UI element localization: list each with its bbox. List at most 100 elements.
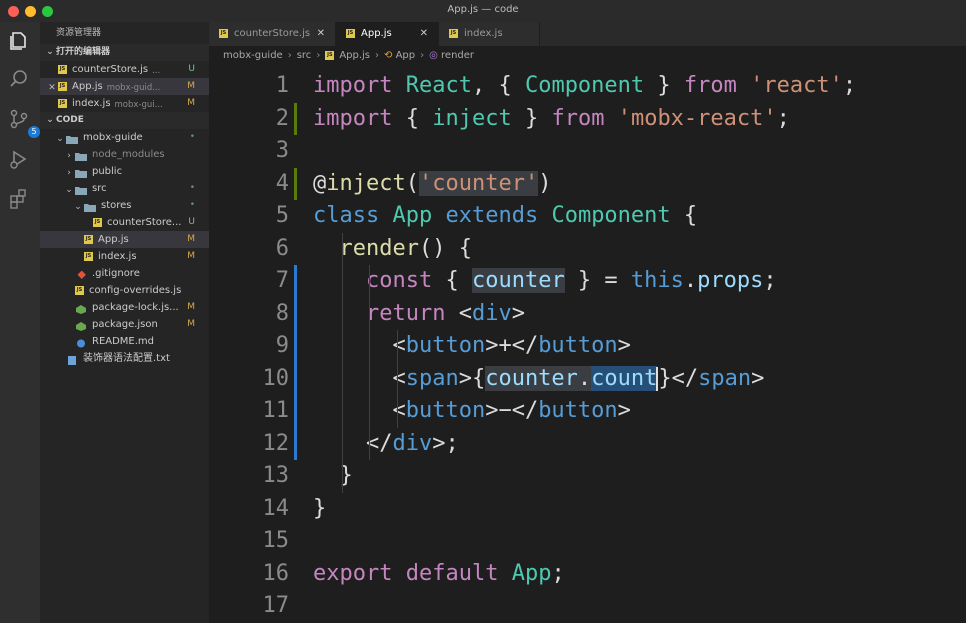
line-number: 10 — [262, 365, 290, 391]
code-line[interactable]: 9 <button>+</button> — [209, 330, 966, 363]
breadcrumb-item[interactable]: render — [441, 50, 474, 61]
js-file-icon: JS — [58, 99, 67, 108]
git-status-badge: M — [187, 319, 195, 329]
file-tree-item[interactable]: JS App.js M — [40, 231, 209, 248]
line-number: 7 — [275, 268, 289, 293]
code-line[interactable]: 10 <span>{counter.count}</span> — [209, 362, 966, 395]
code-folder-header[interactable]: ⌄ CODE — [40, 112, 209, 129]
code-token: > — [617, 333, 631, 358]
code-text: } — [313, 460, 352, 492]
file-tree-item[interactable]: .gitignore — [40, 265, 209, 282]
git-status-badge: • — [189, 132, 195, 142]
git-status-badge: M — [187, 251, 195, 261]
code-token: App — [511, 560, 552, 586]
code-line[interactable]: 13 } — [209, 460, 966, 492]
file-tree-item[interactable]: package.json M — [40, 316, 209, 333]
extensions-icon[interactable] — [8, 188, 30, 210]
open-editors-header[interactable]: ⌄ 打开的编辑器 — [40, 44, 209, 61]
close-icon[interactable]: ✕ — [46, 80, 58, 96]
breadcrumb-item[interactable]: App — [396, 50, 416, 61]
explorer-title: 资源管理器 — [56, 28, 102, 38]
gutter-modified-marker — [294, 395, 297, 428]
file-tree-item[interactable]: › public — [40, 163, 209, 180]
file-tree-item[interactable]: ⌄ stores • — [40, 197, 209, 214]
folder-icon — [84, 201, 96, 212]
code-line[interactable]: 12 </div>; — [209, 427, 966, 460]
line-number: 8 — [275, 300, 289, 326]
open-editor-item[interactable]: JS index.js mobx-gui... M — [40, 95, 209, 112]
file-tree-item[interactable]: JS index.js M — [40, 248, 209, 265]
code-text: import React, { Component } from 'react'… — [313, 70, 856, 102]
code-token: default — [405, 560, 499, 586]
git-status-badge: M — [187, 302, 195, 312]
code-token: ; — [776, 105, 790, 131]
code-token: } — [313, 495, 327, 521]
code-line[interactable]: 17 — [209, 590, 966, 622]
js-file-icon: JS — [84, 252, 93, 261]
file-tree-item[interactable]: 装饰器语法配置.txt — [40, 350, 209, 367]
breadcrumb: mobx-guide › src › JS App.js › ⟲ App › ◎ render — [209, 46, 966, 66]
close-tab-icon[interactable]: ✕ — [420, 22, 428, 46]
explorer-icon[interactable] — [8, 30, 30, 52]
code-line[interactable]: 6 render() { — [209, 233, 966, 265]
code-token: from — [551, 105, 605, 131]
code-token: ; — [842, 73, 857, 98]
code-token: Component — [551, 203, 671, 228]
line-number: 3 — [275, 138, 289, 163]
open-editor-name: App.js — [72, 81, 103, 92]
code-token: span — [698, 365, 752, 391]
git-status-badge: • — [189, 183, 195, 193]
breadcrumb-item[interactable]: mobx-guide — [223, 50, 283, 61]
file-name: src — [92, 183, 107, 194]
code-token: } = — [564, 268, 631, 293]
open-editor-item[interactable]: JS counterStore.js... U — [40, 61, 209, 78]
file-tree-item[interactable]: › node_modules — [40, 146, 209, 163]
file-tree-item[interactable]: ⌄ src • — [40, 180, 209, 197]
source-control-icon[interactable]: 5 — [8, 108, 40, 138]
line-number: 5 — [275, 203, 289, 228]
debug-icon[interactable] — [8, 148, 30, 170]
breadcrumb-item[interactable]: src — [297, 50, 312, 61]
editor-tab[interactable]: JS counterStore.js ✕ — [209, 22, 336, 46]
code-line[interactable]: 11 <button>−</button> — [209, 395, 966, 428]
folder-icon — [75, 184, 87, 195]
class-symbol-icon: ⟲ — [384, 50, 396, 61]
code-token: from — [683, 73, 737, 98]
editor-tab[interactable]: JS index.js — [439, 22, 540, 46]
gutter-added-marker — [294, 167, 297, 200]
breadcrumb-item[interactable]: App.js — [339, 50, 370, 61]
file-tree-item[interactable]: JS config-overrides.js — [40, 282, 209, 299]
code-line[interactable]: 5 class App extends Component { — [209, 200, 966, 232]
code-line[interactable]: 14} — [209, 493, 966, 525]
code-line[interactable]: 1 import React, { Component } from 'react… — [209, 70, 966, 102]
search-icon[interactable] — [8, 68, 30, 90]
code-token: @ — [313, 170, 327, 196]
json-file-icon — [75, 303, 87, 314]
code-line[interactable]: 7 const { counter } = this.props; — [209, 265, 966, 298]
code-text: </div>; — [313, 428, 459, 460]
editor-tab[interactable]: JS App.js ✕ — [336, 22, 439, 46]
editor-area: JS counterStore.js ✕ JS App.js ✕ JS index.js mo… — [209, 22, 966, 623]
open-editor-item[interactable]: ✕ JS App.js mobx-guid... M — [40, 78, 209, 95]
close-tab-icon[interactable]: ✕ — [317, 22, 325, 46]
file-tree-item[interactable]: JS counterStore... U — [40, 214, 209, 231]
code-line[interactable]: 3 — [209, 135, 966, 167]
code-line[interactable]: 15 — [209, 525, 966, 557]
code-line[interactable]: 8 return <div> — [209, 297, 966, 330]
file-name: package.json — [92, 319, 158, 330]
code-line[interactable]: 16 export default App; — [209, 558, 966, 590]
file-tree-item[interactable]: README.md — [40, 333, 209, 350]
file-name: counterStore... — [107, 217, 182, 228]
file-tree-item[interactable]: package-lock.js... M — [40, 299, 209, 316]
code-line[interactable]: 4 @inject('counter') — [209, 167, 966, 200]
file-tree-item[interactable]: ⌄ mobx-guide • — [40, 129, 209, 146]
js-file-icon: JS — [219, 28, 228, 38]
breadcrumb-separator: › — [375, 50, 380, 61]
code-line[interactable]: 2 import { inject } from 'mobx-react'; — [209, 102, 966, 135]
